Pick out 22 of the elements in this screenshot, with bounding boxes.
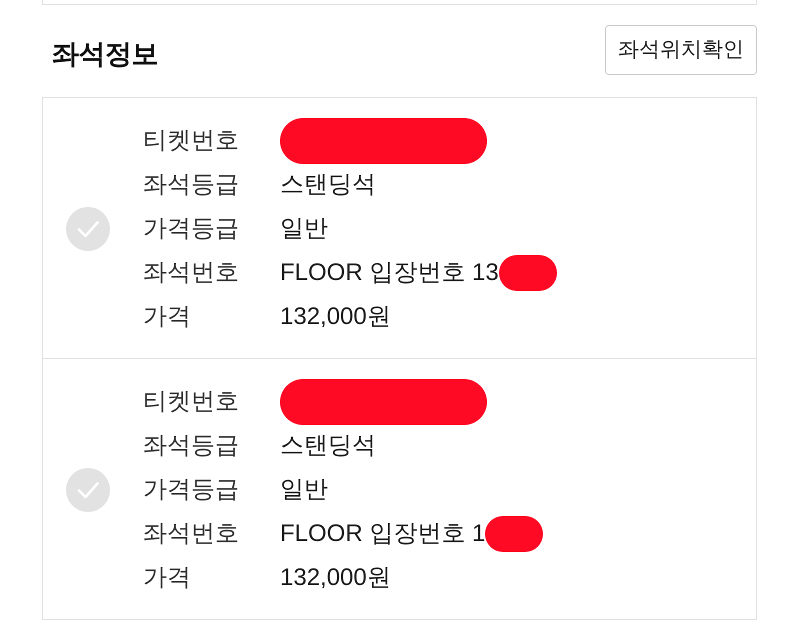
field-label: 가격등급 [143,214,240,244]
field-value: FLOOR 입장번호 13 [280,258,499,288]
field-value: 스탠딩석 [280,170,376,200]
field-label: 좌석번호 [143,258,240,288]
field-value: 스탠딩석 [280,431,376,461]
field-label: 가격 [143,563,192,593]
field-label: 좌석등급 [143,170,240,200]
field-label: 좌석등급 [143,431,240,461]
field-value: 일반 [280,214,328,244]
section-title: 좌석정보 [52,38,158,70]
field-value: 일반 [280,475,328,505]
field-label: 가격등급 [143,475,240,505]
field-value: FLOOR 입장번호 1 [280,519,486,549]
field-value: 132,000원 [280,563,391,593]
field-label: 티켓번호 [143,126,240,156]
field-label: 티켓번호 [143,387,240,417]
seat-location-button[interactable]: 좌석위치확인 [605,25,757,75]
field-value: 132,000원 [280,302,391,332]
field-label: 좌석번호 [143,519,240,549]
check-circle-icon[interactable] [66,468,110,512]
field-label: 가격 [143,302,192,332]
check-circle-icon[interactable] [66,207,110,251]
